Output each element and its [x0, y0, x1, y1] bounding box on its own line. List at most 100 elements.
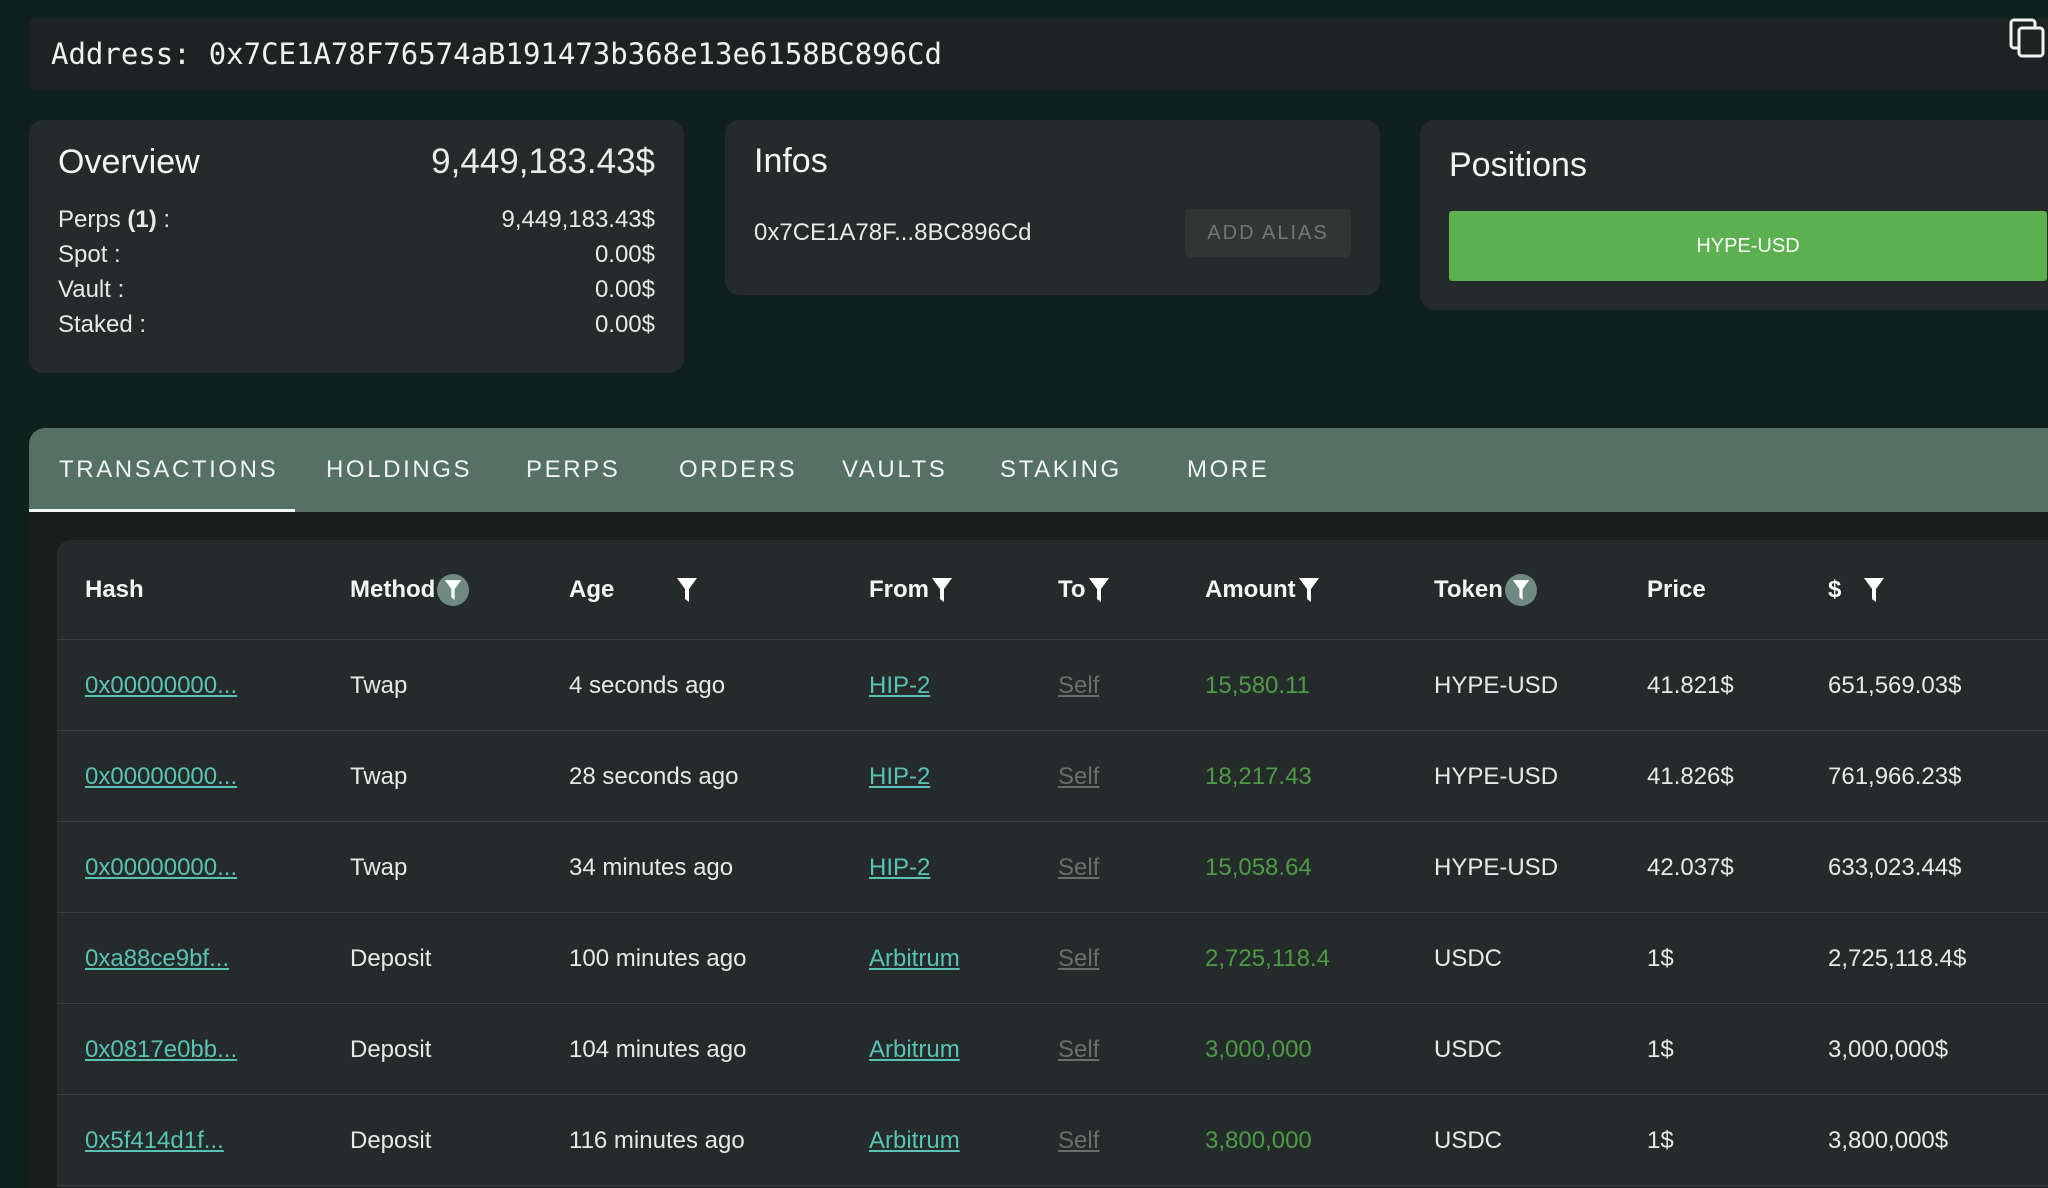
- cell-usd: 2,725,118.4$: [1828, 944, 1967, 972]
- table-cell: USDC: [1434, 1095, 1502, 1186]
- table-cell: 761,966.23$: [1828, 731, 1961, 822]
- cell-hash-link[interactable]: 0xa88ce9bf...: [85, 945, 229, 973]
- overview-row-value: 0.00$: [594, 276, 655, 303]
- cell-usd: 3,000,000$: [1828, 1035, 1949, 1063]
- cell-method: Deposit: [350, 944, 432, 972]
- column-header-label: Hash: [85, 576, 144, 603]
- column-header-label: Method: [350, 576, 436, 603]
- column-header-label: Age: [569, 576, 615, 603]
- tab-vaults[interactable]: VAULTS: [842, 428, 947, 512]
- table-cell: USDC: [1434, 1004, 1502, 1095]
- add-alias-button[interactable]: ADD ALIAS: [1185, 209, 1351, 257]
- cell-amount: 18,217.43: [1205, 762, 1312, 790]
- address-value: 0x7CE1A78F76574aB191473b368e13e6158BC896…: [208, 37, 942, 71]
- filter-icon[interactable]: [931, 577, 953, 603]
- cell-usd: 633,023.44$: [1828, 853, 1962, 881]
- cell-token: USDC: [1434, 1126, 1503, 1154]
- cell-from-link[interactable]: Arbitrum: [869, 945, 960, 973]
- table-cell: 633,023.44$: [1828, 822, 1961, 913]
- tab-holdings[interactable]: HOLDINGS: [326, 428, 472, 512]
- infos-title: Infos: [754, 142, 828, 180]
- column-header-label: From: [869, 576, 929, 603]
- table-cell: Self: [1058, 822, 1099, 913]
- cell-to-link[interactable]: Self: [1058, 763, 1099, 791]
- column-header-price: Price: [1647, 540, 1706, 640]
- cell-to-link[interactable]: Self: [1058, 1127, 1099, 1155]
- cell-hash-link[interactable]: 0x00000000...: [85, 854, 237, 882]
- position-hype-usd[interactable]: HYPE-USD: [1449, 211, 2047, 281]
- table-row: 0x5f414d1f... Deposit 116 minutes ago Arbit…: [57, 1095, 2048, 1186]
- cell-amount: 3,000,000: [1205, 1035, 1312, 1063]
- cell-to-link[interactable]: Self: [1058, 672, 1099, 700]
- cell-to-link[interactable]: Self: [1058, 1036, 1099, 1064]
- cell-from-link[interactable]: HIP-2: [869, 672, 930, 700]
- cell-token: USDC: [1434, 944, 1503, 972]
- cell-hash-link[interactable]: 0x5f414d1f...: [85, 1127, 224, 1155]
- filter-icon[interactable]: [1863, 577, 1885, 603]
- tab-transactions[interactable]: TRANSACTIONS: [29, 428, 295, 512]
- filter-icon[interactable]: [1298, 577, 1320, 603]
- tab-orders[interactable]: ORDERS: [679, 428, 797, 512]
- table-cell: 15,058.64: [1205, 822, 1312, 913]
- tab-staking[interactable]: STAKING: [1000, 428, 1122, 512]
- table-cell: 18,217.43: [1205, 731, 1312, 822]
- table-cell: 4 seconds ago: [569, 640, 725, 731]
- cell-to-link[interactable]: Self: [1058, 854, 1099, 882]
- table-row: 0x0817e0bb... Deposit 104 minutes ago Arbit…: [57, 1004, 2048, 1095]
- table-cell: 0x00000000...: [85, 640, 237, 731]
- table-row: 0xa88ce9bf... Deposit 100 minutes ago Arbit…: [57, 913, 2048, 1004]
- tab-more[interactable]: MORE: [1187, 428, 1269, 512]
- table-header: Hash Method Age From To Amount Token Price $: [57, 540, 2048, 640]
- table-cell: 3,000,000$: [1828, 1004, 1948, 1095]
- table-cell: 2,725,118.4: [1205, 913, 1330, 1004]
- cell-from-link[interactable]: Arbitrum: [869, 1036, 960, 1064]
- copy-icon[interactable]: [2008, 18, 2048, 58]
- cell-token: HYPE-USD: [1434, 762, 1559, 790]
- table-cell: 0x0817e0bb...: [85, 1004, 237, 1095]
- cell-age: 28 seconds ago: [569, 762, 739, 790]
- short-address: 0x7CE1A78F...8BC896Cd: [754, 219, 1032, 246]
- table-cell: Self: [1058, 1004, 1099, 1095]
- cell-from-link[interactable]: HIP-2: [869, 763, 930, 791]
- cell-hash-link[interactable]: 0x00000000...: [85, 763, 237, 791]
- table-row: 0x00000000... Twap 4 seconds ago HIP-2 Self 1…: [57, 640, 2048, 731]
- overview-row-label: Staked :: [58, 311, 147, 338]
- column-header-from: From: [869, 540, 953, 640]
- table-cell: 3,800,000: [1205, 1095, 1312, 1186]
- cell-token: HYPE-USD: [1434, 853, 1559, 881]
- overview-row-value: 9,449,183.43$: [501, 206, 655, 233]
- column-header-to: To: [1058, 540, 1110, 640]
- address-label: Address:: [51, 37, 191, 71]
- column-header-label: Price: [1647, 576, 1706, 603]
- cell-hash-link[interactable]: 0x0817e0bb...: [85, 1036, 237, 1064]
- positions-card: Positions HYPE-USD: [1420, 120, 2048, 310]
- filter-icon[interactable]: [437, 574, 470, 606]
- cell-from-link[interactable]: Arbitrum: [869, 1127, 960, 1155]
- column-header-label: Token: [1434, 576, 1503, 603]
- table-cell: Self: [1058, 913, 1099, 1004]
- table-cell: HYPE-USD: [1434, 822, 1558, 913]
- table-cell: 0x5f414d1f...: [85, 1095, 224, 1186]
- overview-title: Overview: [58, 142, 200, 181]
- cell-amount: 2,725,118.4: [1205, 944, 1331, 972]
- cell-amount: 15,580.11: [1205, 671, 1310, 699]
- transactions-table: Hash Method Age From To Amount Token Price $ 0x0…: [57, 540, 2048, 1188]
- cell-to-link[interactable]: Self: [1058, 945, 1099, 973]
- table-cell: 100 minutes ago: [569, 913, 746, 1004]
- table-cell: HIP-2: [869, 822, 930, 913]
- tab-perps[interactable]: PERPS: [526, 428, 620, 512]
- overview-row-label: Perps (1) :: [58, 206, 171, 233]
- table-row: 0x00000000... Twap 34 minutes ago HIP-2 Self…: [57, 822, 2048, 913]
- table-cell: 41.821$: [1647, 640, 1734, 731]
- cell-usd: 761,966.23$: [1828, 762, 1962, 790]
- filter-icon[interactable]: [1088, 577, 1110, 603]
- cell-from-link[interactable]: HIP-2: [869, 854, 930, 882]
- cell-age: 104 minutes ago: [569, 1035, 747, 1063]
- column-header-label: Amount: [1205, 576, 1296, 603]
- filter-icon[interactable]: [1504, 574, 1537, 606]
- cell-price: 41.826$: [1647, 762, 1734, 790]
- filter-icon[interactable]: [676, 577, 698, 603]
- cell-hash-link[interactable]: 0x00000000...: [85, 672, 237, 700]
- cell-amount: 15,058.64: [1205, 853, 1312, 881]
- table-cell: Self: [1058, 731, 1099, 822]
